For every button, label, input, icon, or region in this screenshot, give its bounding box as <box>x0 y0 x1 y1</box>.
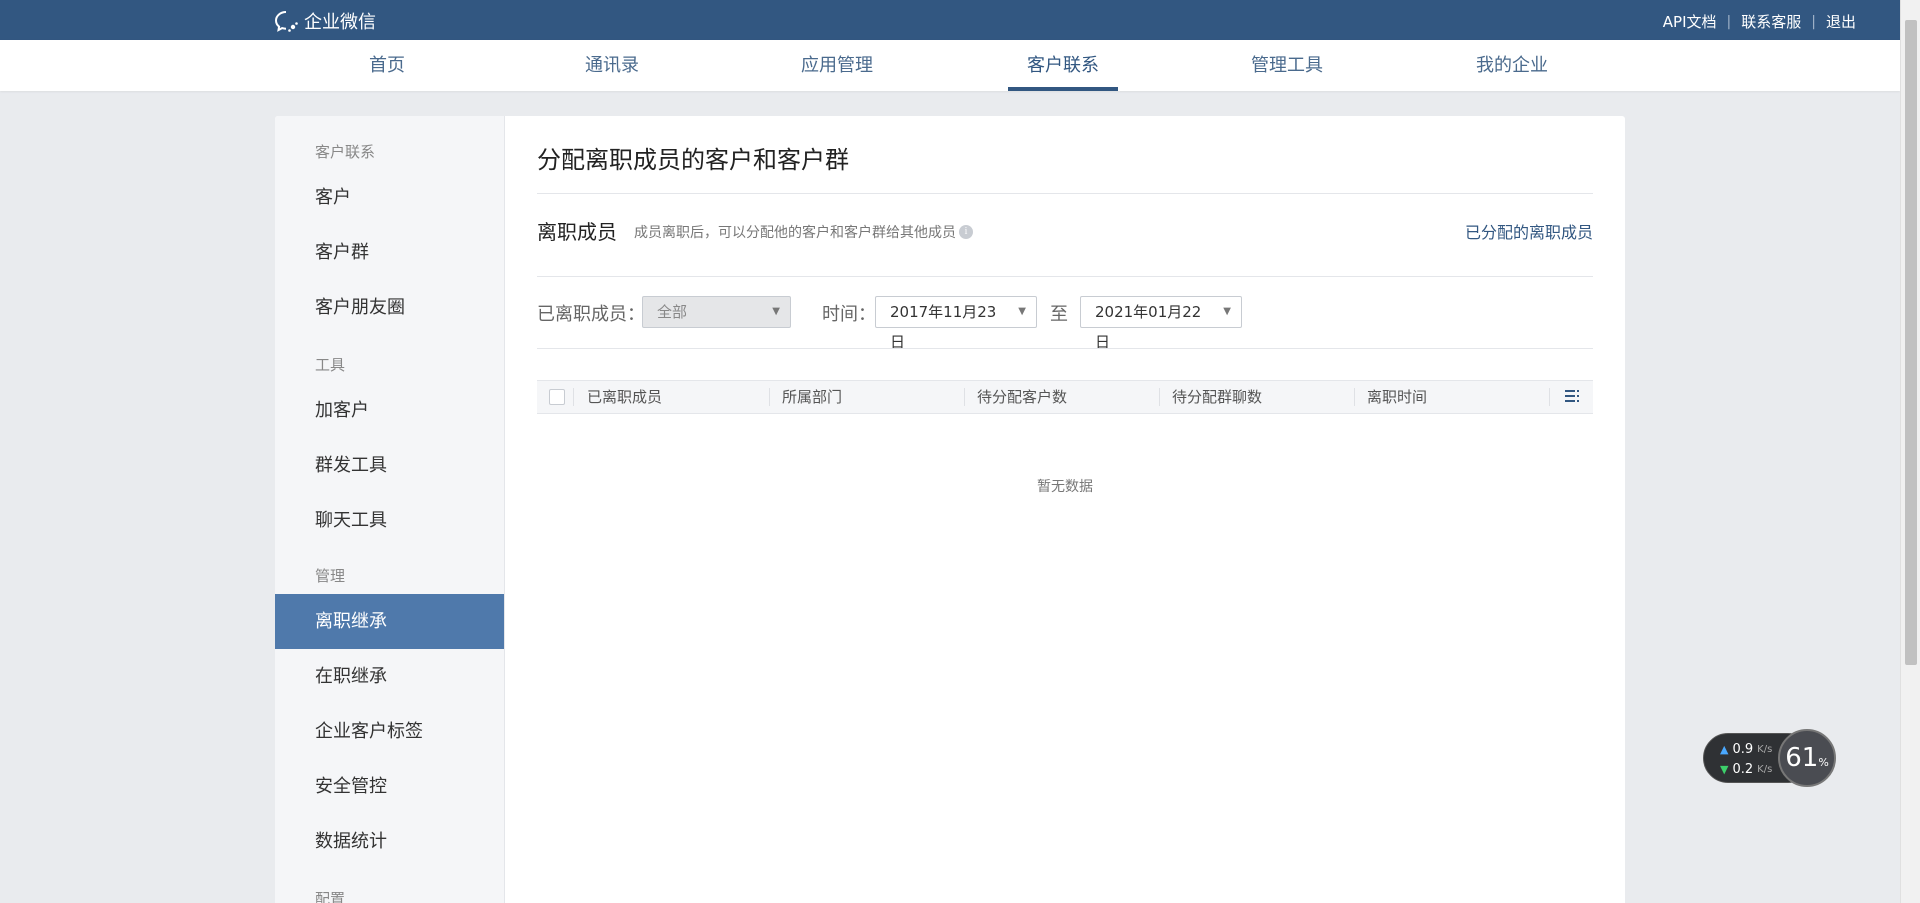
nav-app-management[interactable]: 应用管理 <box>782 40 892 91</box>
resigned-member-value: 全部 <box>657 303 688 321</box>
network-speed-widget[interactable]: ▲ 0.9 K/s ▼ 0.2 K/s 61% <box>1703 729 1836 787</box>
main-nav: 首页 通讯录 应用管理 客户联系 管理工具 我的企业 <box>0 40 1900 91</box>
sidebar-item-moments[interactable]: 客户朋友圈 <box>275 280 504 335</box>
chevron-down-icon: ▼ <box>1223 306 1231 317</box>
empty-state-text: 暂无数据 <box>1037 479 1093 495</box>
column-separator <box>769 388 770 406</box>
sidebar: 客户联系 客户 客户群 客户朋友圈 工具 加客户 群发工具 聊天工具 管理 离职… <box>275 116 505 903</box>
nav-customer-contact[interactable]: 客户联系 <box>1008 40 1118 91</box>
sidebar-item-security-control[interactable]: 安全管控 <box>275 759 504 814</box>
sidebar-item-add-customer[interactable]: 加客户 <box>275 383 504 438</box>
contact-support-link[interactable]: 联系客服 <box>1741 11 1801 32</box>
to-label: 至 <box>1050 304 1068 325</box>
arrow-down-icon: ▼ <box>1720 763 1729 776</box>
sidebar-item-customers[interactable]: 客户 <box>275 170 504 225</box>
scrollbar-thumb[interactable] <box>1905 20 1917 665</box>
time-label: 时间： <box>822 304 876 325</box>
divider <box>537 276 1593 277</box>
top-bar: 企业微信 API文档 | 联系客服 | 退出 <box>0 0 1900 40</box>
sidebar-item-chat-tools[interactable]: 聊天工具 <box>275 493 504 548</box>
column-separator <box>1354 388 1355 406</box>
usage-percent-circle: 61% <box>1778 729 1836 787</box>
nav-home[interactable]: 首页 <box>332 40 442 91</box>
start-date-picker[interactable]: 2017年11月23日 ▼ <box>875 296 1037 351</box>
separator: | <box>1726 13 1732 30</box>
column-header-pending-groups[interactable]: 待分配群聊数 <box>1172 381 1262 413</box>
divider <box>537 348 1593 349</box>
end-date-picker[interactable]: 2021年01月22日 ▼ <box>1080 296 1242 351</box>
page-title: 分配离职成员的客户和客户群 <box>537 146 849 174</box>
chevron-down-icon: ▼ <box>772 306 780 317</box>
column-header-pending-customers[interactable]: 待分配客户数 <box>977 381 1067 413</box>
column-header-resign-time[interactable]: 离职时间 <box>1367 381 1427 413</box>
separator: | <box>1811 13 1816 30</box>
column-header-member[interactable]: 已离职成员 <box>587 381 662 413</box>
sidebar-item-customer-tags[interactable]: 企业客户标签 <box>275 704 504 759</box>
sidebar-item-customer-groups[interactable]: 客户群 <box>275 225 504 280</box>
column-separator <box>964 388 965 406</box>
select-all-checkbox[interactable] <box>549 389 565 405</box>
logout-link[interactable]: 退出 <box>1826 11 1856 32</box>
end-date-value: 2021年01月22日 <box>1095 303 1202 351</box>
sidebar-group-config: 配置 <box>315 890 346 903</box>
sidebar-item-mass-send[interactable]: 群发工具 <box>275 438 504 493</box>
nav-contacts[interactable]: 通讯录 <box>557 40 667 91</box>
section-description: 成员离职后，可以分配他的客户和客户群给其他成员 i <box>634 222 973 242</box>
wecom-logo-icon <box>274 10 298 32</box>
start-date-value: 2017年11月23日 <box>890 303 997 351</box>
sidebar-group-management: 管理 <box>315 567 346 585</box>
logo[interactable]: 企业微信 <box>274 8 376 34</box>
column-separator <box>1549 388 1550 406</box>
upload-speed: ▲ 0.9 K/s <box>1720 742 1773 757</box>
main-card: 客户联系 客户 客户群 客户朋友圈 工具 加客户 群发工具 聊天工具 管理 离职… <box>275 116 1625 903</box>
sidebar-group-customer-contact: 客户联系 <box>315 143 376 161</box>
sidebar-item-resigned-inheritance[interactable]: 离职继承 <box>275 594 504 649</box>
info-icon[interactable]: i <box>959 225 973 239</box>
arrow-up-icon: ▲ <box>1720 743 1729 756</box>
column-separator <box>573 388 574 406</box>
sidebar-group-tools: 工具 <box>315 356 346 374</box>
divider <box>537 193 1593 194</box>
assigned-members-link[interactable]: 已分配的离职成员 <box>1465 219 1593 243</box>
page-scrollbar[interactable] <box>1900 0 1920 903</box>
column-separator <box>1159 388 1160 406</box>
section-description-text: 成员离职后，可以分配他的客户和客户群给其他成员 <box>634 225 956 241</box>
table-header: 已离职成员 所属部门 待分配客户数 待分配群聊数 离职时间 <box>537 380 1593 414</box>
nav-management-tools[interactable]: 管理工具 <box>1232 40 1342 91</box>
sidebar-item-data-statistics[interactable]: 数据统计 <box>275 814 504 869</box>
nav-my-enterprise[interactable]: 我的企业 <box>1457 40 1567 91</box>
download-speed: ▼ 0.2 K/s <box>1720 762 1773 777</box>
logo-text: 企业微信 <box>304 12 376 33</box>
column-header-department[interactable]: 所属部门 <box>782 381 842 413</box>
sidebar-item-onjob-inheritance[interactable]: 在职继承 <box>275 649 504 704</box>
column-settings-icon[interactable] <box>1565 389 1581 403</box>
chevron-down-icon: ▼ <box>1018 306 1026 317</box>
api-docs-link[interactable]: API文档 <box>1663 11 1717 32</box>
resigned-member-select[interactable]: 全部 ▼ <box>642 296 791 328</box>
top-links: API文档 | 联系客服 | 退出 <box>1663 11 1856 32</box>
resigned-member-label: 已离职成员： <box>537 304 645 325</box>
section-title: 离职成员 <box>537 220 617 244</box>
